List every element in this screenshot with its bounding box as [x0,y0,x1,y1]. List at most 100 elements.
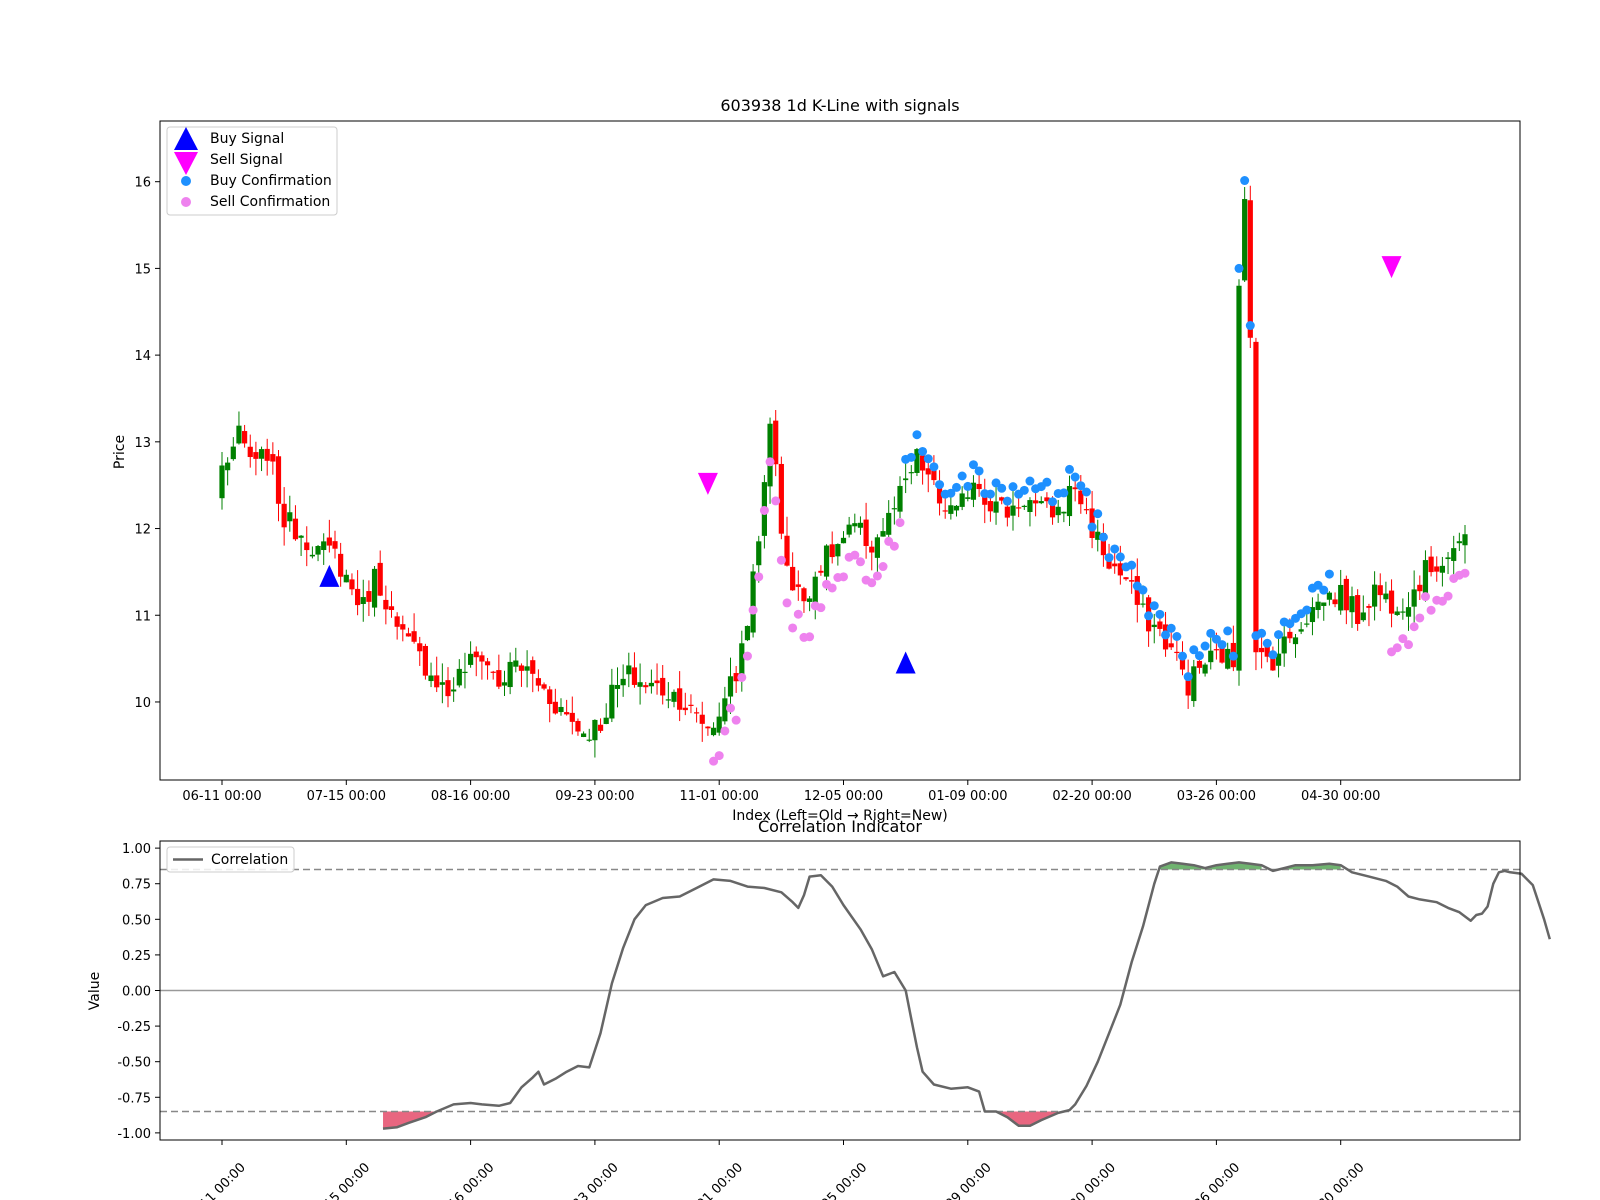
sell-confirmation-marker [1443,591,1453,601]
candle-body [908,472,914,474]
buy-confirmation-marker [1138,585,1148,595]
candle-body [925,468,931,475]
candle-body [1066,486,1073,517]
candle-body [874,537,880,558]
correlation-ytick-label: -0.50 [117,1056,151,1071]
sell-confirmation-marker [1460,568,1470,578]
candle-body [400,624,406,630]
chart-figure: 603938 1d K-Line with signals 10 11 12 13 14… [87,96,1552,1200]
candle-body [1140,603,1146,605]
buy-confirmation-marker [1178,651,1187,661]
sell-confirmation-marker [742,651,752,661]
candle-body [225,462,231,471]
correlation-xtick-label: 08-16 00:00 [431,1160,498,1200]
candle-body [434,675,440,688]
buy-confirmation-marker [1228,651,1238,661]
candle-body [750,571,756,633]
kline-ytick-label: 14 [134,349,151,364]
candle-body [586,739,592,741]
kline-ytick-label: 12 [134,523,151,538]
sell-confirmation-marker [793,609,803,619]
candle-body [1304,623,1310,625]
candle-body [253,452,259,459]
sell-confirmation-marker [839,572,848,582]
candle-body [790,566,796,591]
candle-body [292,518,299,540]
buy-confirmation-marker [957,471,967,481]
candle-body [767,423,773,487]
sell-confirmation-marker [1415,613,1425,623]
candle-body [258,449,265,459]
candle-body [688,704,694,706]
legend-buy-signal-label: Buy Signal [210,131,284,147]
candle-body [1208,650,1214,663]
confirmation-markers [709,176,1470,766]
buy-confirmation-marker [1098,532,1108,542]
candle-body [242,431,248,444]
candle-body [1281,636,1287,654]
candle-body [1061,511,1067,514]
candle-body [829,544,835,558]
buy-confirmation-marker [1268,650,1278,660]
correlation-x-ticks: 06-11 00:00 07-15 00:00 08-16 00:00 09-23 0… [182,1140,1368,1200]
buy-confirmation-marker [1048,497,1058,507]
kline-legend: Buy Signal Sell Signal Buy Confirmation … [166,126,338,216]
candle-body [428,675,434,682]
buy-confirmation-marker [1262,638,1272,648]
correlation-ytick-label: -0.25 [117,1020,151,1035]
candle-body [1151,624,1157,628]
candle-body [1083,509,1090,511]
buy-confirmation-marker [1042,477,1052,487]
sell-signal-marker [697,472,718,495]
candle-body [1366,605,1372,608]
correlation-legend-label: Correlation [211,852,288,868]
candle-body [852,523,858,527]
sell-confirmation-marker [895,518,905,528]
candle-body [1157,621,1163,629]
candle-body [965,497,971,499]
kline-x-ticks: 06-11 00:00 07-15 00:00 08-16 00:00 09-23 0… [182,780,1380,804]
buy-confirmation-marker [1274,630,1284,640]
candle-body [795,584,801,587]
candle-body [558,706,564,713]
candle-body [1343,578,1349,611]
candle-body [1332,599,1338,605]
buy-confirmation-marker [985,489,995,499]
candle-body [1326,592,1332,600]
kline-ytick-label: 10 [134,696,151,711]
candle-body [948,505,954,514]
candle-body [1428,556,1434,573]
kline-xtick-label: 09-23 00:00 [555,789,634,804]
buy-confirmation-marker [1324,569,1334,579]
candle-body [1038,501,1044,504]
candle-body [1394,611,1400,615]
candle-body [1196,660,1203,668]
candle-body [513,660,519,667]
candle-body [694,712,700,714]
candle-body [1451,548,1457,561]
legend-buy-confirmation-label: Buy Confirmation [210,173,332,189]
candle-body [247,446,253,458]
kline-xtick-label: 11-01 00:00 [680,789,759,804]
candle-body [451,689,457,692]
candle-body [1027,500,1033,513]
candle-body [530,660,536,674]
correlation-xtick-label: 12-05 00:00 [804,1160,871,1200]
candle-body [524,666,530,671]
candle-body [541,684,547,689]
sell-confirmation-marker [878,562,888,572]
correlation-ytick-label: -0.75 [117,1091,151,1106]
candle-body [371,568,378,608]
lower-threshold-fill [383,1111,437,1129]
candle-body [535,678,541,686]
buy-confirmation-marker [1200,641,1210,651]
sell-confirmation-marker [731,715,741,725]
candle-body [705,726,711,729]
sell-confirmation-marker [737,672,747,682]
candle-body [501,682,508,686]
candle-body [1213,649,1219,651]
buy-confirmation-marker [1087,522,1097,532]
buy-confirmation-marker [923,454,933,464]
buy-confirmation-marker [1059,488,1069,498]
buy-confirmation-marker [1065,464,1074,474]
